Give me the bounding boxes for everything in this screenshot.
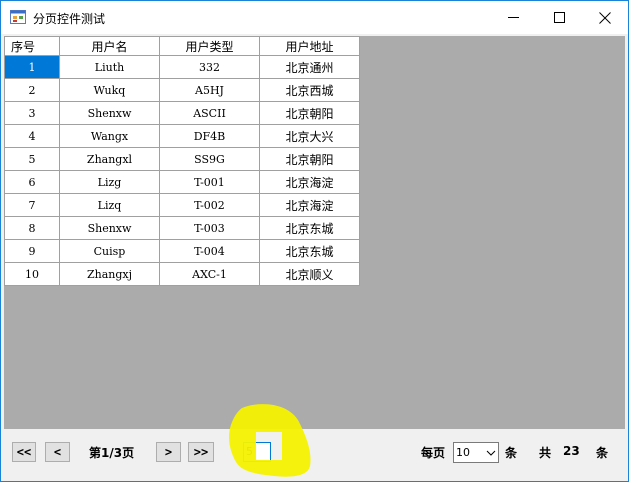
close-icon <box>599 11 611 24</box>
total-label: 共 <box>539 446 552 460</box>
goto-page-input[interactable]: 5 <box>243 442 271 462</box>
cell-index[interactable]: 10 <box>4 262 60 286</box>
table-row[interactable]: 10 Zhangxj AXC-1 北京顺义 <box>4 262 360 286</box>
cell-username[interactable]: Zhangxl <box>59 147 160 171</box>
cell-username[interactable]: Zhangxj <box>59 262 160 286</box>
minimize-button[interactable] <box>490 1 536 34</box>
cell-username[interactable]: Lizq <box>59 193 160 217</box>
next-page-button[interactable]: > <box>156 442 181 462</box>
cell-index[interactable]: 1 <box>4 55 60 79</box>
cell-index[interactable]: 8 <box>4 216 60 240</box>
table-row[interactable]: 7 Lizq T-002 北京海淀 <box>4 193 360 217</box>
column-header-index[interactable]: 序号 <box>4 36 60 56</box>
table-row[interactable]: 2 Wukq A5HJ 北京西城 <box>4 78 360 102</box>
first-page-button[interactable]: << <box>12 442 36 462</box>
cell-usertype[interactable]: T-004 <box>159 239 260 263</box>
table-row[interactable]: 9 Cuisp T-004 北京东城 <box>4 239 360 263</box>
page-size-value: 10 <box>456 446 470 459</box>
cell-address[interactable]: 北京西城 <box>259 78 360 102</box>
last-page-button[interactable]: >> <box>188 442 214 462</box>
app-window: 分页控件测试 序号 用户名 用户类型 用户地址 1 Liuth 332 北京通州 2 Wu… <box>0 0 629 482</box>
window-title: 分页控件测试 <box>33 12 106 26</box>
cell-usertype[interactable]: AXC-1 <box>159 262 260 286</box>
cell-address[interactable]: 北京大兴 <box>259 124 360 148</box>
column-header-username[interactable]: 用户名 <box>59 36 160 56</box>
data-grid[interactable]: 序号 用户名 用户类型 用户地址 1 Liuth 332 北京通州 2 Wukq A5HJ 北… <box>4 36 360 286</box>
cell-index[interactable]: 5 <box>4 147 60 171</box>
column-header-usertype[interactable]: 用户类型 <box>159 36 260 56</box>
cell-address[interactable]: 北京朝阳 <box>259 147 360 171</box>
unit-label-2: 条 <box>596 446 609 460</box>
cell-usertype[interactable]: T-001 <box>159 170 260 194</box>
cell-index[interactable]: 3 <box>4 101 60 125</box>
cell-username[interactable]: Liuth <box>59 55 160 79</box>
cell-usertype[interactable]: A5HJ <box>159 78 260 102</box>
table-row[interactable]: 6 Lizg T-001 北京海淀 <box>4 170 360 194</box>
table-row[interactable]: 3 Shenxw ASCII 北京朝阳 <box>4 101 360 125</box>
cell-usertype[interactable]: T-003 <box>159 216 260 240</box>
unit-label-1: 条 <box>505 446 518 460</box>
chevron-down-icon <box>486 450 496 456</box>
pager-bar: << < 第1/3页 > >> 5 每页 10 条 共 23 条 <box>1 430 628 481</box>
cell-usertype[interactable]: SS9G <box>159 147 260 171</box>
cell-index[interactable]: 7 <box>4 193 60 217</box>
cell-usertype[interactable]: 332 <box>159 55 260 79</box>
page-info: 第1/3页 <box>89 446 135 460</box>
minimize-icon <box>507 17 519 18</box>
maximize-button[interactable] <box>536 1 582 34</box>
cell-usertype[interactable]: T-002 <box>159 193 260 217</box>
cell-address[interactable]: 北京顺义 <box>259 262 360 286</box>
cell-address[interactable]: 北京东城 <box>259 239 360 263</box>
cell-username[interactable]: Wangx <box>59 124 160 148</box>
close-button[interactable] <box>582 1 628 34</box>
page-size-select[interactable]: 10 <box>453 442 499 463</box>
total-count: 23 <box>563 444 580 458</box>
table-row[interactable]: 5 Zhangxl SS9G 北京朝阳 <box>4 147 360 171</box>
title-bar: 分页控件测试 <box>1 1 628 34</box>
cell-username[interactable]: Wukq <box>59 78 160 102</box>
cell-address[interactable]: 北京通州 <box>259 55 360 79</box>
maximize-icon <box>553 12 565 23</box>
prev-page-button[interactable]: < <box>45 442 70 462</box>
cell-index[interactable]: 4 <box>4 124 60 148</box>
cell-index[interactable]: 9 <box>4 239 60 263</box>
cell-username[interactable]: Shenxw <box>59 216 160 240</box>
cell-usertype[interactable]: ASCII <box>159 101 260 125</box>
cell-index[interactable]: 2 <box>4 78 60 102</box>
cell-address[interactable]: 北京东城 <box>259 216 360 240</box>
cell-usertype[interactable]: DF4B <box>159 124 260 148</box>
cell-username[interactable]: Lizg <box>59 170 160 194</box>
cell-index[interactable]: 6 <box>4 170 60 194</box>
cell-address[interactable]: 北京朝阳 <box>259 101 360 125</box>
table-row[interactable]: 8 Shenxw T-003 北京东城 <box>4 216 360 240</box>
cell-username[interactable]: Shenxw <box>59 101 160 125</box>
cell-username[interactable]: Cuisp <box>59 239 160 263</box>
app-icon <box>10 10 26 24</box>
table-row[interactable]: 1 Liuth 332 北京通州 <box>4 55 360 79</box>
data-grid-area: 序号 用户名 用户类型 用户地址 1 Liuth 332 北京通州 2 Wukq A5HJ 北… <box>4 36 625 429</box>
table-row[interactable]: 4 Wangx DF4B 北京大兴 <box>4 124 360 148</box>
per-page-label: 每页 <box>421 446 446 460</box>
cell-address[interactable]: 北京海淀 <box>259 193 360 217</box>
grid-header-row: 序号 用户名 用户类型 用户地址 <box>4 36 360 56</box>
column-header-address[interactable]: 用户地址 <box>259 36 360 56</box>
cell-address[interactable]: 北京海淀 <box>259 170 360 194</box>
